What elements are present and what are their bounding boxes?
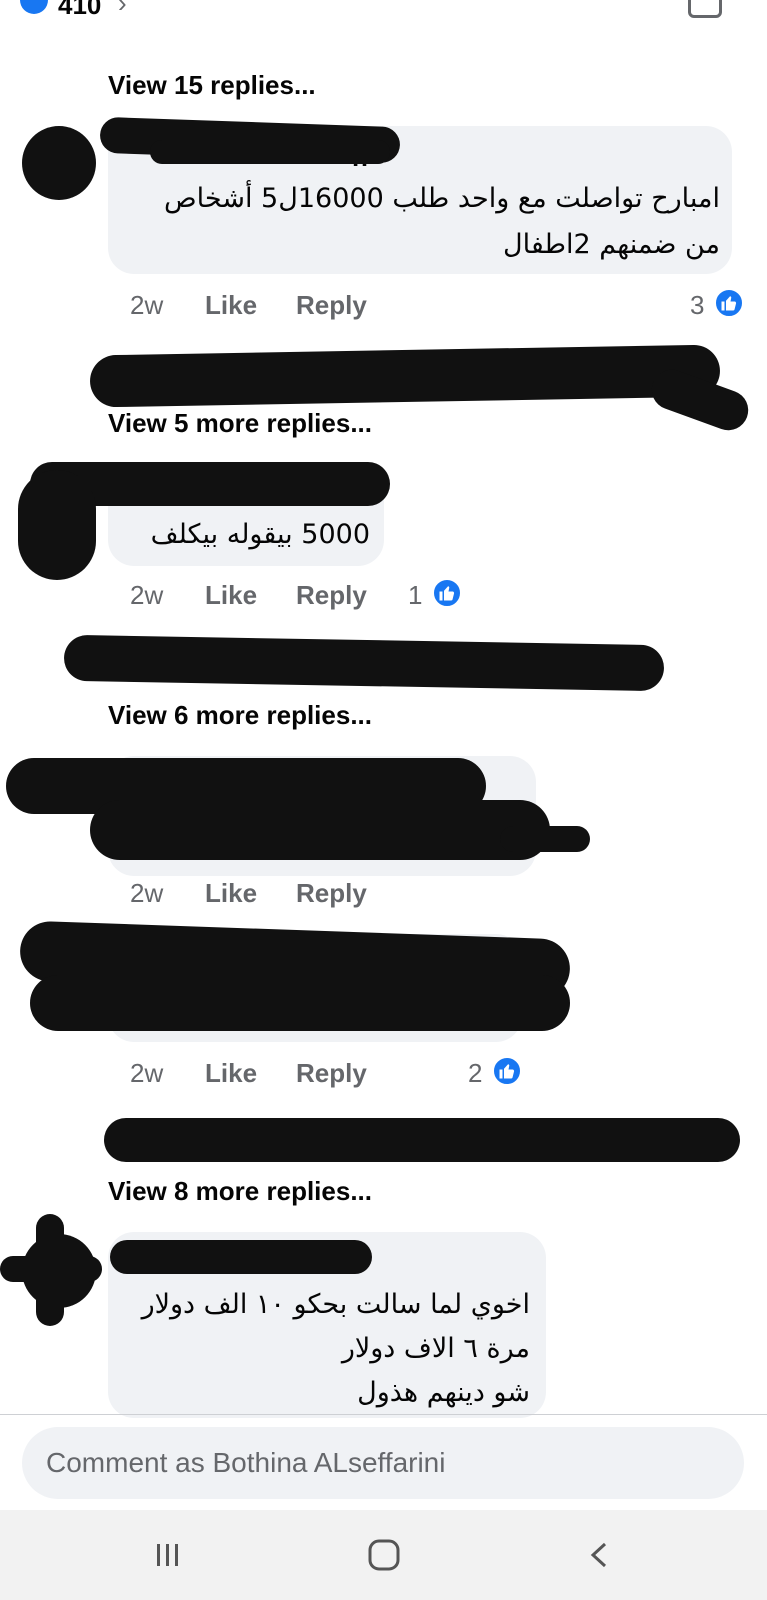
like-button[interactable]: Like [205, 878, 257, 909]
avatar[interactable] [22, 126, 96, 200]
home-button[interactable] [354, 1530, 414, 1580]
comment-input[interactable] [22, 1427, 744, 1499]
reaction-count[interactable]: 3 [690, 290, 704, 321]
like-button[interactable]: Like [205, 290, 257, 321]
comment-text: امبارح تواصلت مع واحد طلب 16000ل5 أشخاص [164, 183, 720, 214]
redaction-mark [63, 634, 665, 692]
like-reaction-icon [20, 0, 48, 14]
reaction-count[interactable]: 410 [58, 0, 101, 21]
like-button[interactable]: Like [205, 1058, 257, 1089]
comment-text: اخوي لما سالت بحكو ١٠ الف دولار [141, 1289, 530, 1320]
comment-timestamp[interactable]: 2w [130, 290, 163, 321]
like-icon[interactable] [492, 1056, 522, 1086]
recents-icon [157, 1544, 178, 1566]
divider [0, 1414, 767, 1415]
comment-timestamp[interactable]: 2w [130, 1058, 163, 1089]
avatar-redaction [18, 470, 96, 580]
system-nav-bar [0, 1510, 767, 1600]
reaction-count[interactable]: 2 [468, 1058, 482, 1089]
view-replies-link[interactable]: View 6 more replies... [108, 700, 372, 731]
home-icon [368, 1539, 400, 1571]
back-icon [590, 1542, 607, 1568]
like-icon[interactable] [432, 578, 462, 608]
thumbs-up-icon [721, 296, 737, 311]
comment-timestamp[interactable]: 2w [130, 580, 163, 611]
redaction-mark [89, 344, 721, 408]
comment-timestamp[interactable]: 2w [130, 878, 163, 909]
redaction-mark [30, 975, 570, 1031]
comment-composer[interactable] [22, 1427, 744, 1499]
recents-button[interactable] [138, 1530, 198, 1580]
reaction-count[interactable]: 1 [408, 580, 422, 611]
comment-icon[interactable] [688, 0, 722, 18]
reply-button[interactable]: Reply [296, 290, 367, 321]
view-replies-link[interactable]: View 5 more replies... [108, 408, 372, 439]
redaction-mark [104, 1118, 740, 1162]
chevron-right-icon[interactable]: › [118, 0, 127, 19]
reply-button[interactable]: Reply [296, 580, 367, 611]
comment-text: شو دينهم هذول [357, 1377, 530, 1408]
redaction-mark [110, 1240, 372, 1274]
redaction-mark [36, 1214, 64, 1326]
like-button[interactable]: Like [205, 580, 257, 611]
comment-text: مرة ٦ الاف دولار [341, 1333, 530, 1364]
redaction-mark [90, 800, 550, 860]
redaction-mark [500, 826, 590, 852]
reply-button[interactable]: Reply [296, 878, 367, 909]
back-button[interactable] [570, 1530, 630, 1580]
view-replies-link[interactable]: View 15 replies... [108, 70, 316, 101]
view-replies-link[interactable]: View 8 more replies... [108, 1176, 372, 1207]
reply-button[interactable]: Reply [296, 1058, 367, 1089]
like-icon[interactable] [714, 288, 744, 318]
comment-text: من ضمنهم 2اطفال [503, 229, 720, 260]
redaction-mark [150, 140, 390, 164]
thumbs-up-icon [499, 1064, 515, 1079]
thumbs-up-icon [439, 586, 455, 601]
comment-text: 5000 بيقوله بيكلف [150, 519, 370, 550]
